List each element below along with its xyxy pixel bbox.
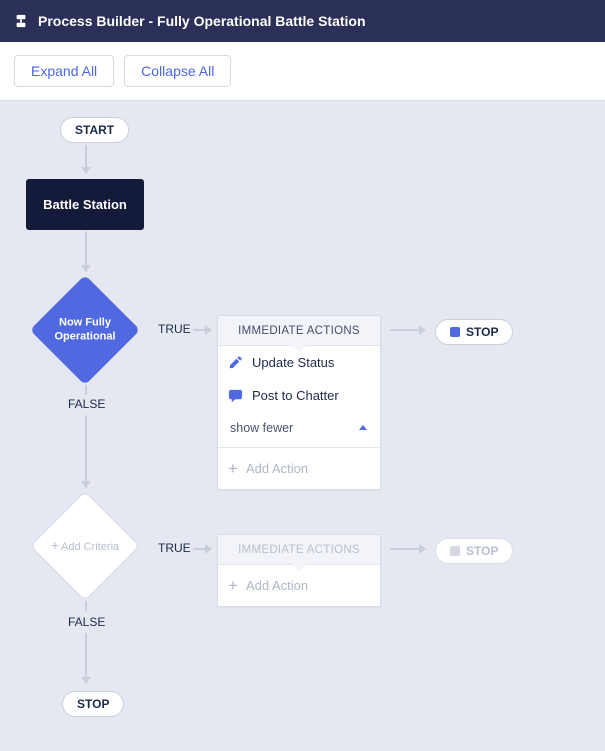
action-label: Update Status <box>252 355 334 370</box>
true-label: TRUE <box>158 322 191 336</box>
plus-icon: + <box>228 577 238 594</box>
connector <box>85 145 87 173</box>
pencil-icon <box>228 355 243 370</box>
true-label: TRUE <box>158 541 191 555</box>
action-post-to-chatter[interactable]: Post to Chatter <box>218 379 380 412</box>
process-canvas: START Battle Station Now FullyOperationa… <box>0 101 605 751</box>
action-label: Post to Chatter <box>252 388 339 403</box>
criteria-node-now-fully-operational[interactable]: Now FullyOperational <box>30 275 140 385</box>
app-header: Process Builder - Fully Operational Batt… <box>0 0 605 42</box>
stop-node-end[interactable]: STOP <box>62 691 124 717</box>
immediate-actions-title: IMMEDIATE ACTIONS <box>218 535 380 565</box>
criteria-label: Now FullyOperational <box>40 316 130 344</box>
app-title: Process Builder - Fully Operational Batt… <box>38 13 366 29</box>
connector <box>193 329 211 331</box>
connector <box>390 548 425 550</box>
expand-all-button[interactable]: Expand All <box>14 55 114 87</box>
stop-label: STOP <box>466 544 498 558</box>
collapse-all-button[interactable]: Collapse All <box>124 55 231 87</box>
toolbar: Expand All Collapse All <box>0 42 605 101</box>
stop-node[interactable]: STOP <box>435 319 513 345</box>
add-action-button[interactable]: + Add Action <box>218 448 380 489</box>
add-criteria-label: +Add Criteria <box>40 537 130 555</box>
plus-icon: + <box>51 537 59 553</box>
process-builder-icon <box>14 14 28 28</box>
connector <box>85 231 87 271</box>
stop-label: STOP <box>466 325 498 339</box>
immediate-actions-card-placeholder: IMMEDIATE ACTIONS + Add Action <box>217 534 381 607</box>
immediate-actions-title: IMMEDIATE ACTIONS <box>218 316 380 346</box>
plus-icon: + <box>228 460 238 477</box>
add-action-button[interactable]: + Add Action <box>218 565 380 606</box>
connector <box>193 548 211 550</box>
connector <box>85 601 87 612</box>
connector <box>390 329 425 331</box>
stop-label: STOP <box>77 697 109 711</box>
stop-icon <box>450 546 460 556</box>
connector <box>85 385 87 395</box>
stop-node-placeholder: STOP <box>435 538 513 564</box>
object-node[interactable]: Battle Station <box>26 179 144 230</box>
connector <box>85 415 87 487</box>
connector <box>85 633 87 683</box>
show-fewer-toggle[interactable]: show fewer <box>218 412 380 448</box>
false-label: FALSE <box>68 615 105 629</box>
chat-icon <box>228 388 243 403</box>
start-label: START <box>75 123 114 137</box>
criteria-node-add-criteria[interactable]: +Add Criteria <box>30 491 140 601</box>
false-label: FALSE <box>68 397 105 411</box>
stop-icon <box>450 327 460 337</box>
caret-up-icon <box>358 423 368 433</box>
start-node[interactable]: START <box>60 117 129 143</box>
immediate-actions-card: IMMEDIATE ACTIONS Update Status Post to … <box>217 315 381 490</box>
